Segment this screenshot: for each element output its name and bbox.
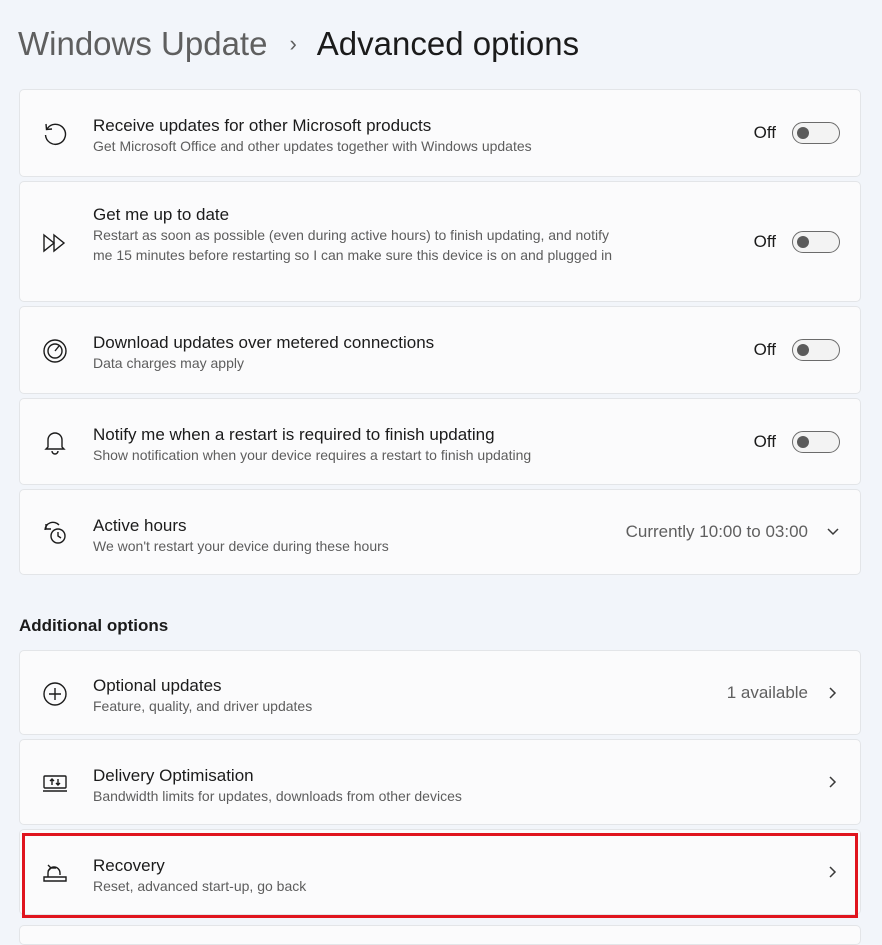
option-description: Reset, advanced start-up, go back — [93, 878, 307, 894]
chevron-down-icon[interactable] — [826, 525, 840, 539]
setting-notify-restart[interactable]: Notify me when a restart is required to … — [19, 398, 861, 485]
option-title: Recovery — [93, 856, 165, 875]
toggle-state-label: Off — [753, 431, 776, 451]
setting-description: Get Microsoft Office and other updates t… — [93, 138, 532, 154]
toggle-state-label: Off — [753, 340, 776, 359]
toggle-knob — [797, 235, 809, 248]
toggle-state-label: Off — [753, 231, 776, 251]
bell-icon — [40, 427, 70, 457]
breadcrumb-separator-icon: › — [289, 31, 297, 56]
plus-circle-icon — [40, 679, 70, 709]
gauge-icon — [40, 336, 70, 366]
setting-description: Data charges may apply — [93, 355, 244, 371]
section-heading-additional-options: Additional options — [19, 616, 169, 635]
recovery-icon — [40, 858, 70, 888]
option-delivery-optimisation[interactable]: Delivery Optimisation Bandwidth limits f… — [19, 739, 861, 825]
refresh-icon — [40, 119, 70, 149]
breadcrumb: Windows Update › Advanced options — [18, 22, 579, 66]
clock-icon — [40, 518, 70, 548]
option-title: Optional updates — [93, 676, 222, 695]
setting-description: Show notification when your device requi… — [93, 447, 532, 463]
setting-description: We won't restart your device during thes… — [93, 538, 389, 554]
metered-connections-toggle[interactable] — [792, 339, 840, 361]
option-description: Feature, quality, and driver updates — [93, 698, 313, 714]
setting-description: Restart as soon as possible (even during… — [93, 227, 613, 263]
option-recovery[interactable]: Recovery Reset, advanced start-up, go ba… — [19, 829, 861, 915]
toggle-knob — [797, 435, 809, 448]
chevron-right-icon — [826, 686, 840, 700]
setting-title: Notify me when a restart is required to … — [93, 425, 495, 444]
setting-receive-updates-other-products[interactable]: Receive updates for other Microsoft prod… — [19, 89, 861, 177]
toggle-knob — [797, 127, 809, 139]
delivery-optimisation-icon — [40, 768, 70, 798]
option-title: Delivery Optimisation — [93, 766, 254, 785]
get-me-up-to-date-toggle[interactable] — [792, 230, 840, 253]
toggle-state-label: Off — [753, 123, 776, 142]
chevron-right-icon — [826, 775, 840, 789]
receive-updates-toggle[interactable] — [792, 122, 840, 144]
setting-active-hours[interactable]: Active hours We won't restart your devic… — [19, 489, 861, 575]
option-description: Bandwidth limits for updates, downloads … — [93, 788, 462, 804]
setting-title: Active hours — [93, 516, 187, 535]
setting-get-me-up-to-date[interactable]: Get me up to date Restart as soon as pos… — [19, 181, 861, 302]
option-optional-updates[interactable]: Optional updates Feature, quality, and d… — [19, 650, 861, 735]
breadcrumb-windows-update-link[interactable]: Windows Update — [18, 25, 267, 63]
setting-metered-connections[interactable]: Download updates over metered connection… — [19, 306, 861, 394]
active-hours-value: Currently 10:00 to 03:00 — [625, 522, 808, 541]
next-option-card-partial[interactable] — [19, 925, 861, 945]
setting-title: Download updates over metered connection… — [93, 333, 435, 352]
optional-updates-count: 1 available — [726, 682, 808, 702]
setting-title: Get me up to date — [93, 205, 230, 224]
page-title: Advanced options — [316, 25, 580, 62]
chevron-right-icon — [826, 865, 840, 879]
notify-restart-toggle[interactable] — [792, 430, 840, 453]
fast-forward-icon — [40, 228, 70, 258]
toggle-knob — [797, 344, 809, 356]
setting-title: Receive updates for other Microsoft prod… — [93, 116, 432, 135]
